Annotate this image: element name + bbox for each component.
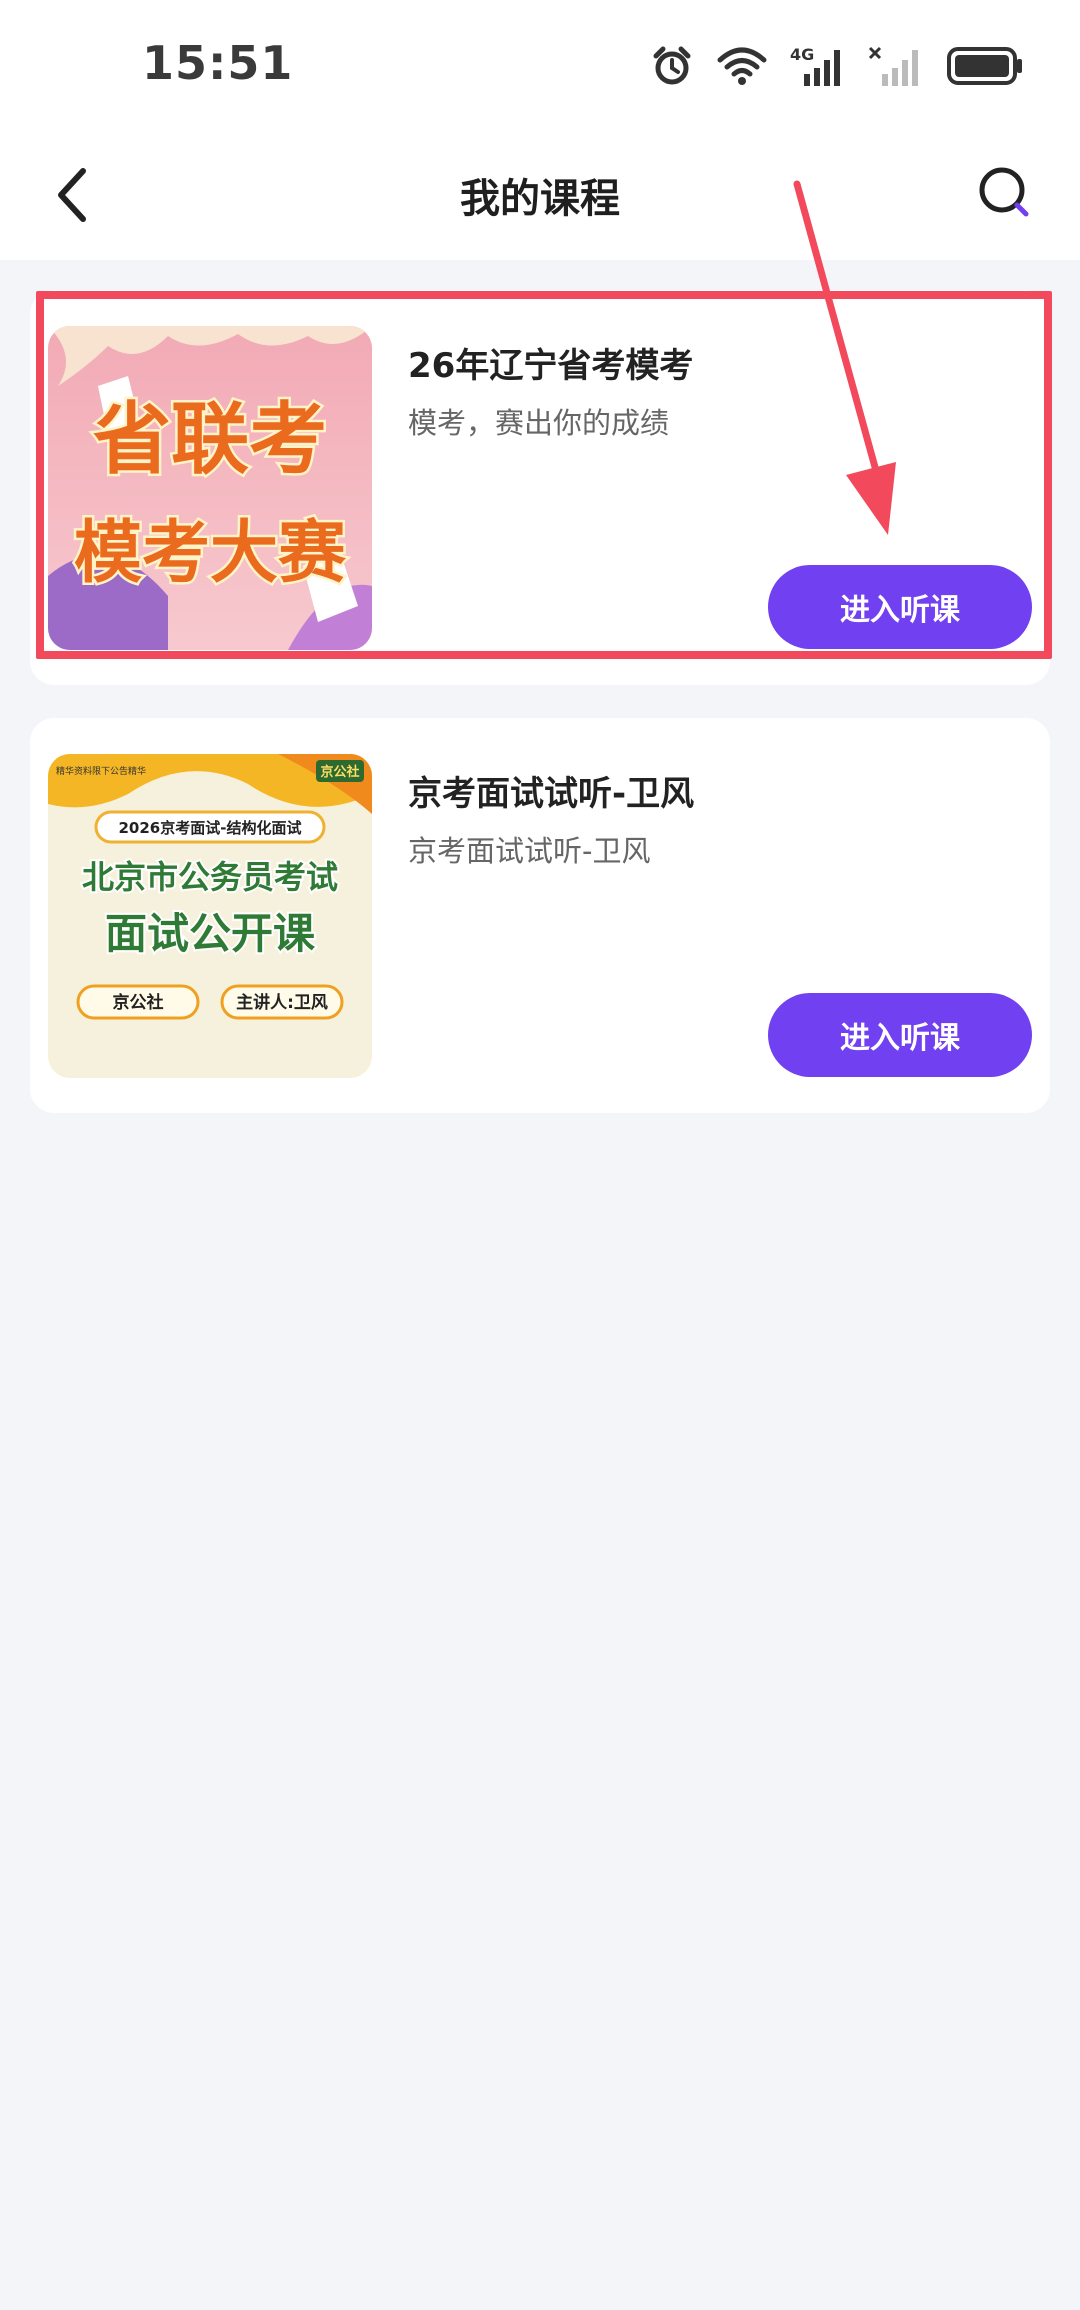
search-icon	[979, 167, 1029, 217]
course-thumbnail: 省联考 模考大赛	[48, 326, 372, 650]
thumbnail-line2: 模考大赛	[74, 514, 347, 593]
course-thumbnail-image: 精华资料限下公告精华 京公社 2026京考面试-结构化面试 北京市公务员考试 面…	[48, 754, 372, 1078]
status-bar: 15:51 4G	[0, 0, 1080, 130]
thumbnail-line2: 面试公开课	[105, 909, 315, 958]
thumbnail-banner: 2026京考面试-结构化面试	[119, 819, 302, 837]
nav-bar: 我的课程	[0, 130, 1080, 260]
page-title: 我的课程	[460, 176, 620, 222]
course-thumbnail-image: 省联考 模考大赛	[48, 326, 372, 650]
enter-class-button[interactable]: 进入听课	[768, 565, 1032, 649]
course-card[interactable]: 省联考 模考大赛 26年辽宁省考模考 模考，赛出你的成绩 进入听课	[30, 290, 1050, 685]
status-icons: 4G	[650, 38, 1024, 94]
thumbnail-line1: 省联考	[93, 395, 327, 485]
course-title: 京考面试试听-卫风	[408, 774, 695, 814]
thumbnail-tag-right: 主讲人:卫风	[236, 992, 328, 1013]
course-subtitle: 模考，赛出你的成绩	[408, 406, 670, 440]
search-button[interactable]	[968, 156, 1044, 232]
network-label: 4G	[790, 45, 814, 64]
enter-class-button[interactable]: 进入听课	[768, 993, 1032, 1077]
signal-no-sim-icon	[868, 46, 918, 86]
thumbnail-brand: 京公社	[320, 764, 359, 780]
alarm-icon	[653, 46, 691, 85]
signal-4g-icon: 4G	[790, 45, 840, 86]
wifi-icon	[717, 47, 767, 85]
thumbnail-top-small: 精华资料限下公告精华	[56, 765, 146, 777]
thumbnail-line1: 北京市公务员考试	[82, 858, 338, 896]
battery-icon	[947, 47, 1022, 85]
course-title: 26年辽宁省考模考	[408, 346, 694, 386]
course-thumbnail: 精华资料限下公告精华 京公社 2026京考面试-结构化面试 北京市公务员考试 面…	[48, 754, 372, 1078]
course-subtitle: 京考面试试听-卫风	[408, 834, 651, 868]
status-time: 15:51	[142, 36, 294, 90]
course-card[interactable]: 精华资料限下公告精华 京公社 2026京考面试-结构化面试 北京市公务员考试 面…	[30, 718, 1050, 1113]
thumbnail-tag-left: 京公社	[113, 992, 164, 1013]
